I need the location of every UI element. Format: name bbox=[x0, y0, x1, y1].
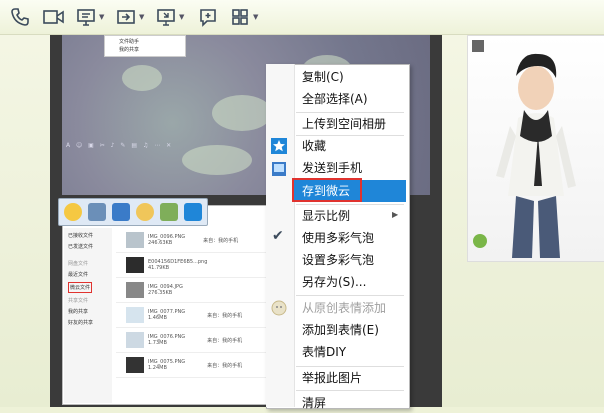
emoji-icon bbox=[271, 300, 287, 316]
image-icon bbox=[160, 203, 178, 221]
table-row: E004156D1FE6B5...png 41.79KB bbox=[116, 253, 266, 278]
chat-image-sidebar-item: 已发送文件 bbox=[68, 244, 94, 250]
file-size: 276.35KB bbox=[148, 290, 173, 296]
file-size: 41.79KB bbox=[148, 265, 170, 271]
chevron-down-icon[interactable]: ▼ bbox=[253, 14, 259, 21]
save-icon bbox=[88, 203, 106, 221]
chat-image-sidebar: 已接收文件 已发送文件 网盘文件 最近文件 微云文件 共享文件 我的共享 好友的… bbox=[64, 228, 112, 403]
menu-separator bbox=[296, 295, 404, 296]
chat-image-toolbar: A ☺ ▣ ✂ ♪ ✎ ▤ ♫ ⋯ ✕ bbox=[66, 142, 174, 149]
apps-grid-icon[interactable] bbox=[230, 7, 250, 27]
chat-image-file-list: IMG_0096.PNG 246.63KB 来自：我的手机 E004156D1FE6… bbox=[116, 228, 266, 403]
menu-item-copy[interactable]: 复制(C) bbox=[294, 67, 412, 87]
file-source: 来自：我的手机 bbox=[207, 312, 243, 319]
table-row: IMG_0096.PNG 246.63KB 来自：我的手机 bbox=[116, 228, 266, 253]
chat-image-sidebar-item: 共享文件 bbox=[68, 298, 89, 304]
phone-icon[interactable] bbox=[10, 7, 30, 27]
add-chat-icon[interactable] bbox=[198, 7, 218, 27]
file-source: 来自：我的手机 bbox=[203, 237, 239, 244]
file-size: 246.63KB bbox=[148, 240, 173, 246]
chevron-down-icon[interactable]: ▼ bbox=[139, 14, 145, 21]
chat-image-sidebar-item: 已接收文件 bbox=[68, 233, 94, 239]
menu-item-add-to-emoji[interactable]: 添加到表情(E) bbox=[294, 320, 412, 340]
menu-item-set-colorful-bubble[interactable]: 设置多彩气泡 bbox=[294, 250, 412, 270]
chat-image-menu: 文件助手 我的共享 bbox=[104, 35, 186, 57]
menu-item-use-colorful-bubble[interactable]: 使用多彩气泡 bbox=[294, 228, 412, 248]
chat-image-sidebar-item: 微云文件 bbox=[68, 282, 93, 293]
table-row: IMG_0094.JPG 276.35KB bbox=[116, 278, 266, 303]
chat-image-menu-item: 文件助手 bbox=[119, 39, 140, 45]
video-icon[interactable] bbox=[42, 7, 66, 27]
star-icon bbox=[271, 138, 287, 154]
chevron-down-icon[interactable]: ▼ bbox=[179, 14, 185, 21]
remote-desktop-icon[interactable] bbox=[156, 7, 176, 27]
file-size: 1.73MB bbox=[148, 340, 167, 346]
file-source: 来自：我的手机 bbox=[207, 362, 243, 369]
chevron-right-icon: ▶ bbox=[392, 210, 399, 219]
screen-share-icon[interactable] bbox=[76, 7, 96, 27]
file-size: 1.24MB bbox=[148, 365, 167, 371]
table-row: IMG_0077.PNG 1.46MB 来自：我的手机 bbox=[116, 303, 266, 328]
menu-separator bbox=[296, 112, 404, 113]
menu-item-favorite[interactable]: 收藏 bbox=[294, 136, 412, 156]
send-file-icon[interactable] bbox=[116, 7, 136, 27]
menu-item-report-image[interactable]: 举报此图片 bbox=[294, 368, 412, 388]
chat-image-sidebar-item: 最近文件 bbox=[68, 272, 89, 278]
emoji-icon bbox=[136, 203, 154, 221]
checkmark-icon: ✔ bbox=[272, 228, 284, 244]
menu-item-select-all[interactable]: 全部选择(A) bbox=[294, 89, 412, 109]
menu-item-clear-screen[interactable]: 清屏 bbox=[294, 393, 412, 413]
menu-item-upload-album[interactable]: 上传到空间相册 bbox=[294, 114, 412, 134]
menu-separator bbox=[296, 390, 404, 391]
chat-image-menu-item: 我的共享 bbox=[119, 47, 140, 53]
emoji-icon bbox=[64, 203, 82, 221]
chat-image-sidebar-item: 好友的共享 bbox=[68, 320, 94, 326]
monitor-icon bbox=[112, 203, 130, 221]
menu-separator bbox=[296, 204, 404, 205]
menu-item-add-from-original: 从原创表情添加 bbox=[302, 301, 387, 315]
chat-image-emoji-toolbar bbox=[58, 198, 208, 226]
menu-item-send-to-phone[interactable]: 发送到手机 bbox=[294, 158, 412, 178]
star-icon bbox=[184, 203, 202, 221]
menu-separator bbox=[296, 366, 404, 367]
table-row: IMG_0076.PNG 1.73MB 来自：我的手机 bbox=[116, 328, 266, 353]
contact-avatar-show[interactable] bbox=[467, 35, 604, 262]
menu-item-save-as[interactable]: 另存为(S)... bbox=[294, 272, 412, 292]
file-source: 来自：我的手机 bbox=[207, 337, 243, 344]
table-row: IMG_0075.PNG 1.24MB 来自：我的手机 bbox=[116, 353, 266, 378]
menu-item-emoji-diy[interactable]: 表情DIY bbox=[294, 342, 412, 362]
chat-image-sidebar-item: 网盘文件 bbox=[68, 261, 89, 267]
annotation-red-box bbox=[292, 178, 362, 202]
chat-image-sidebar-item: 我的共享 bbox=[68, 309, 89, 315]
phone-screen-icon bbox=[271, 161, 287, 177]
file-size: 1.46MB bbox=[148, 315, 167, 321]
chevron-down-icon[interactable]: ▼ bbox=[99, 14, 105, 21]
